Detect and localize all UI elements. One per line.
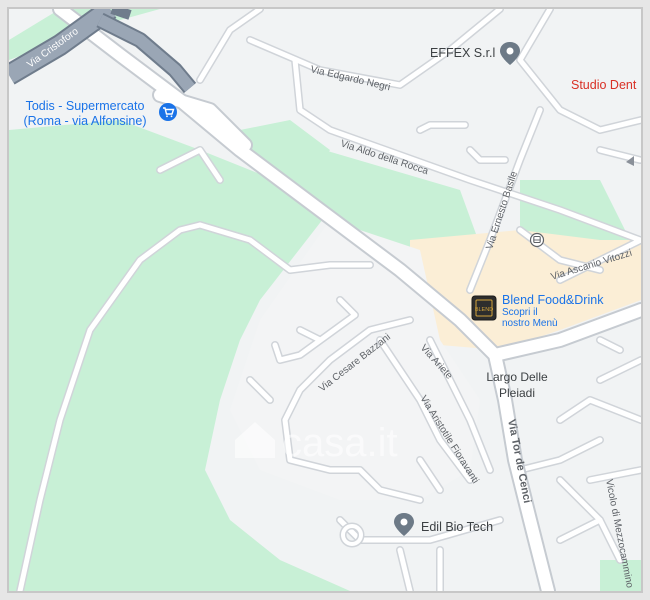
- place-label-largo-delle-pleiadi-line2: Pleiadi: [499, 386, 535, 400]
- shopping-cart-icon[interactable]: [159, 103, 177, 121]
- blend-logo-icon: BLEND: [471, 295, 497, 321]
- poi-blend-sub2: nostro Menù: [502, 318, 558, 329]
- blend-logo-text: BLEND: [475, 307, 493, 313]
- place-label-largo-delle-pleiadi-line1: Largo Delle: [486, 370, 548, 384]
- poi-studio-dent-name[interactable]: Studio Dent: [571, 78, 637, 92]
- poi-blend-sub1: Scopri il: [502, 307, 538, 318]
- map-canvas[interactable]: Via Cristoforo Via Edgardo Negri Via Ald…: [0, 0, 650, 600]
- poi-todis-subtitle: (Roma - via Alfonsine): [24, 114, 147, 128]
- poi-blend-name: Blend Food&Drink: [502, 293, 604, 307]
- map-view[interactable]: Via Cristoforo Via Edgardo Negri Via Ald…: [0, 0, 650, 600]
- poi-todis-name: Todis - Supermercato: [26, 99, 145, 113]
- poi-edil-bio-tech-name: Edil Bio Tech: [421, 520, 493, 534]
- watermark-text: casa.it: [282, 421, 398, 465]
- poi-effex-name: EFFEX S.r.l: [430, 46, 495, 60]
- bus-stop-icon[interactable]: [529, 232, 545, 248]
